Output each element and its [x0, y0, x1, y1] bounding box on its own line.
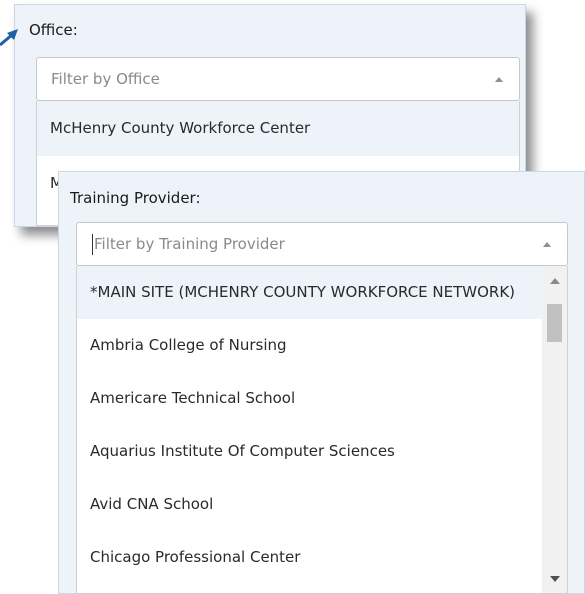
- training-provider-filter-placeholder: Filter by Training Provider: [94, 235, 285, 253]
- scrollbar-thumb[interactable]: [547, 304, 562, 342]
- office-filter-input[interactable]: Filter by Office: [36, 57, 520, 101]
- text-cursor: [92, 234, 93, 255]
- scroll-down-icon[interactable]: [550, 576, 560, 582]
- office-filter-placeholder: Filter by Office: [51, 70, 160, 88]
- office-option[interactable]: McHenry County Workforce Center: [37, 101, 519, 156]
- training-provider-filter-input[interactable]: Filter by Training Provider: [76, 222, 568, 266]
- training-provider-option[interactable]: Americare Technical School: [77, 372, 543, 425]
- training-provider-option[interactable]: Avid CNA School: [77, 478, 543, 531]
- training-provider-label: Training Provider:: [70, 189, 201, 207]
- training-provider-options-list: *MAIN SITE (MCHENRY COUNTY WORKFORCE NET…: [76, 266, 568, 594]
- training-provider-option[interactable]: Aquarius Institute Of Computer Sciences: [77, 425, 543, 478]
- training-provider-option[interactable]: Ambria College of Nursing: [77, 319, 543, 372]
- training-provider-filter-panel: Training Provider: Filter by Training Pr…: [58, 171, 585, 594]
- screenshot-stage: Office: Filter by Office McHenry County …: [0, 0, 585, 594]
- office-label: Office:: [29, 21, 78, 39]
- scroll-up-icon[interactable]: [550, 278, 560, 284]
- arrow-pointer-icon: [0, 29, 18, 47]
- training-provider-option[interactable]: *MAIN SITE (MCHENRY COUNTY WORKFORCE NET…: [77, 266, 543, 319]
- caret-up-icon[interactable]: [543, 242, 551, 247]
- caret-up-icon[interactable]: [495, 77, 503, 82]
- options-scrollbar[interactable]: [542, 266, 567, 593]
- training-provider-option[interactable]: Chicago Professional Center: [77, 531, 543, 584]
